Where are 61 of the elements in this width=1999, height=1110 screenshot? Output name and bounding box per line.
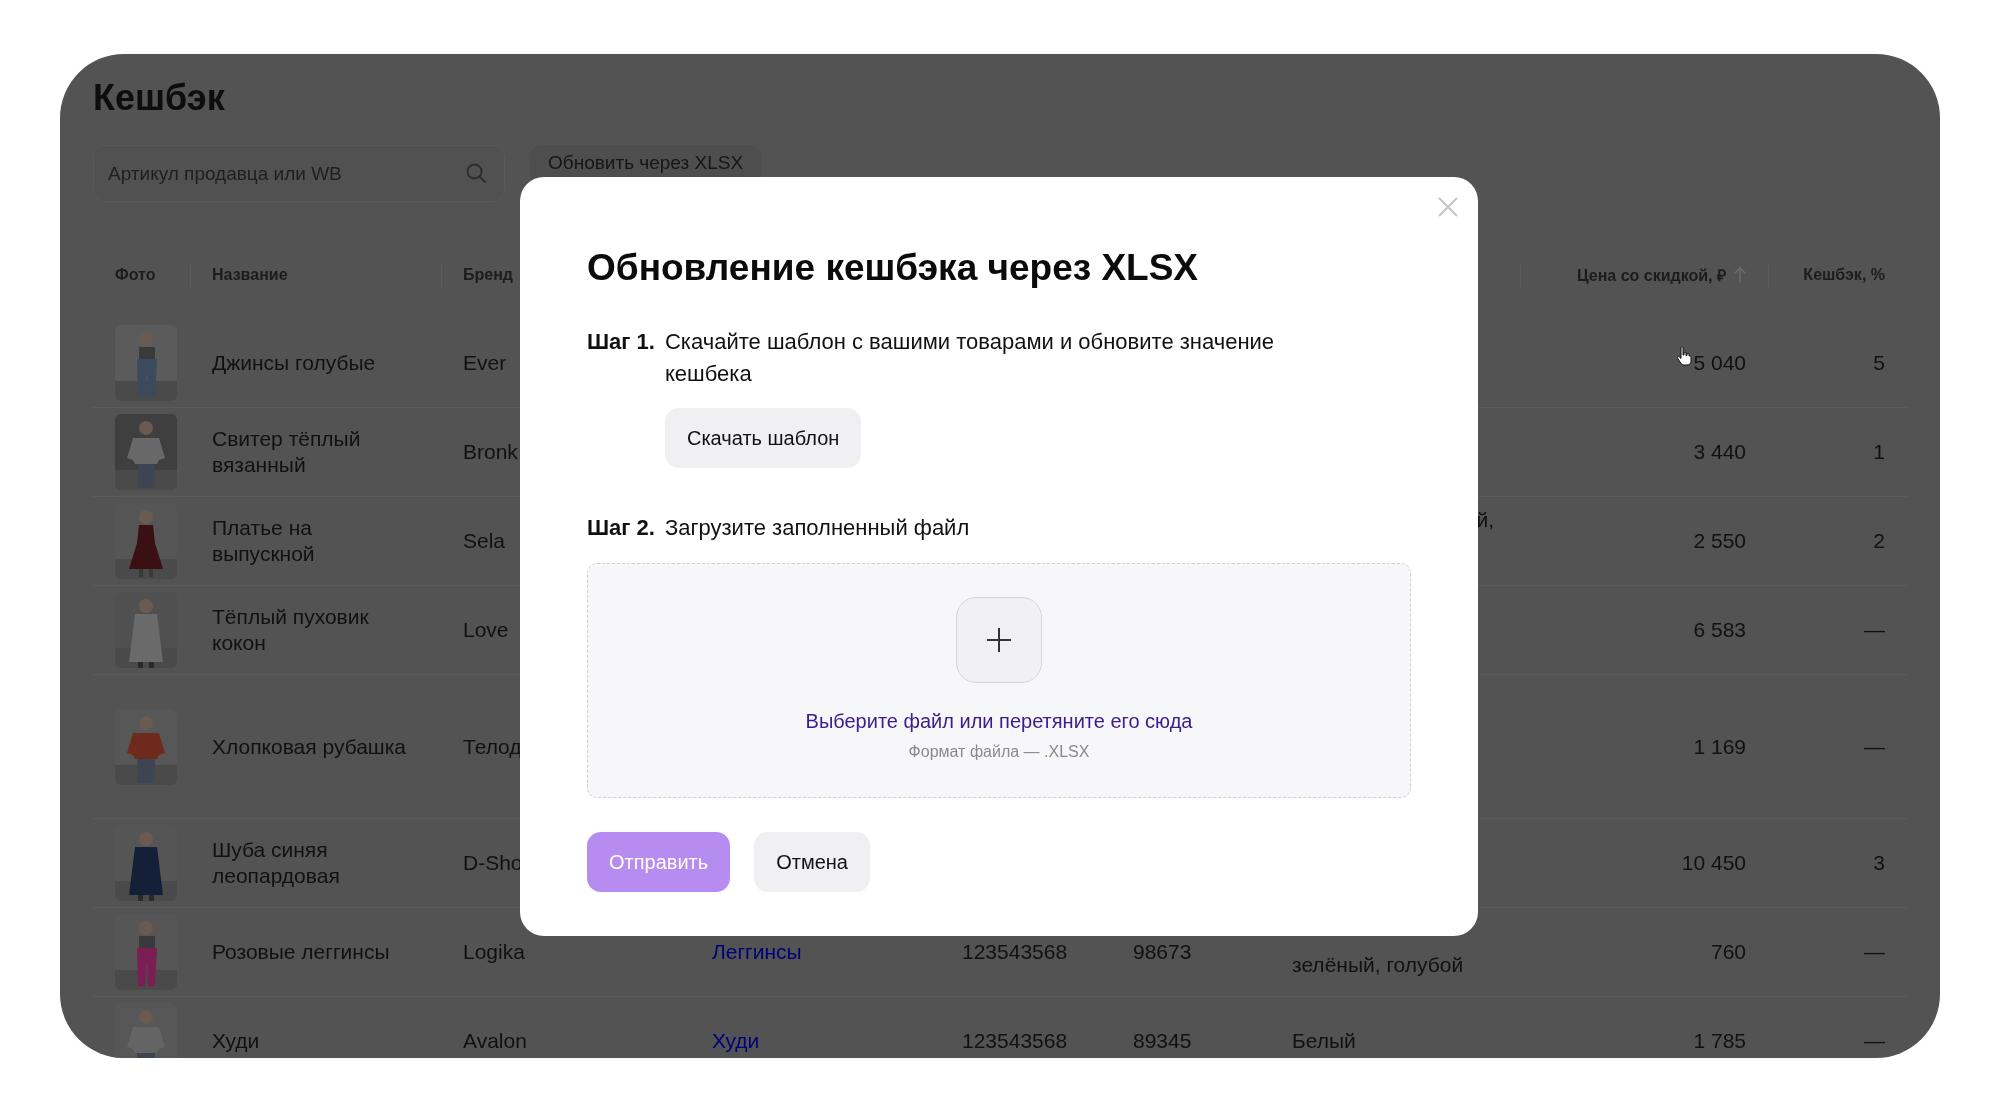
- search-icon: [465, 162, 487, 184]
- dialog-title: Обновление кешбэка через XLSX: [587, 246, 1200, 290]
- brand-name: Love: [463, 617, 509, 643]
- cashback-cell: —: [1864, 733, 1885, 760]
- price-cell: 1 169: [1693, 733, 1746, 760]
- price-cell: 6 583: [1693, 617, 1746, 643]
- table-cell: й,: [1476, 507, 1494, 533]
- table-cell: зелёный, голубой: [1292, 952, 1464, 978]
- brand-name: Телод: [463, 733, 522, 760]
- category-link[interactable]: Леггинсы: [712, 939, 802, 965]
- brand-name: D-Sho: [463, 850, 523, 876]
- column-header: Название: [190, 262, 441, 287]
- table-cell: 98673: [1133, 939, 1192, 965]
- category-link[interactable]: Худи: [712, 1028, 760, 1054]
- price-cell: 10 450: [1681, 850, 1746, 876]
- price-cell: 3 440: [1693, 439, 1746, 465]
- add-file-button[interactable]: [956, 597, 1042, 683]
- cashback-cell: 5: [1873, 350, 1885, 376]
- cashback-cell: —: [1864, 939, 1885, 965]
- product-name: Розовые леггинсы: [212, 939, 390, 965]
- table-cell: 123543568: [962, 1028, 1068, 1054]
- cashback-cell: 2: [1873, 528, 1885, 554]
- brand-name: Sela: [463, 528, 506, 554]
- step-number: Шаг 2.: [587, 514, 655, 542]
- table-cell: 89345: [1133, 1028, 1192, 1054]
- product-name: Хлопковая рубашка: [212, 733, 407, 760]
- download-template-button[interactable]: Скачать шаблон: [664, 408, 862, 468]
- table-cell: 123543568: [962, 939, 1068, 965]
- upload-area[interactable]: Выберите файл или перетяните его сюда Формат файла — .XLSX: [587, 563, 1411, 798]
- product-name: Шуба синяя леопардовая: [212, 837, 341, 889]
- step-number: Шаг 1.: [587, 328, 655, 356]
- file-format-hint: Формат файла — .XLSX: [908, 742, 1090, 762]
- product-name: Тёплый пуховик кокон: [212, 604, 370, 656]
- cashback-cell: —: [1864, 617, 1885, 643]
- choose-file-link[interactable]: Выберите файл или перетяните его сюда: [805, 707, 1193, 735]
- brand-name: Ever: [463, 350, 507, 376]
- product-name: Свитер тёплый вязанный: [212, 426, 362, 478]
- cashback-cell: —: [1864, 1028, 1885, 1054]
- page-title: Кешбэк: [93, 76, 226, 120]
- column-header: Фото: [114, 264, 157, 285]
- table-cell: Белый: [1292, 1028, 1356, 1054]
- sort-arrow-icon: [1734, 265, 1746, 284]
- cashback-cell: 1: [1873, 439, 1885, 465]
- price-cell: 2 550: [1693, 528, 1746, 554]
- cashback-cell: 3: [1873, 850, 1885, 876]
- product-name: Джинсы голубые: [212, 350, 376, 376]
- product-name: Худи: [212, 1028, 260, 1054]
- price-cell: 5 040: [1693, 350, 1746, 376]
- plus-icon: [986, 627, 1012, 653]
- close-icon: [1437, 196, 1459, 218]
- price-cell: 760: [1710, 939, 1746, 965]
- brand-name: Logika: [463, 939, 525, 965]
- cancel-button[interactable]: Отмена: [754, 832, 870, 892]
- step-text: Загрузите заполненный файл: [664, 514, 971, 542]
- price-cell: 1 785: [1693, 1028, 1746, 1054]
- step-text: Скачайте шаблон с вашими товарами и обновите значение кешбека: [664, 328, 1276, 388]
- brand-name: Bronk: [463, 439, 518, 465]
- hand-cursor-icon: [1676, 346, 1692, 366]
- brand-name: Avalon: [463, 1028, 527, 1054]
- column-header: Кешбэк, %: [1768, 262, 1907, 287]
- product-name: Платье на выпускной: [212, 515, 316, 567]
